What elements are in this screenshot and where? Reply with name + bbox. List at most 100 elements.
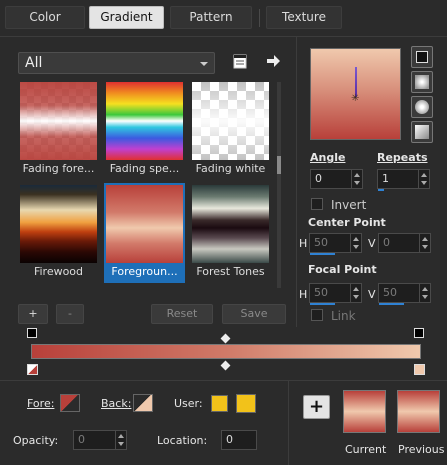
repeats-value: 1 <box>382 172 389 185</box>
center-v-label: V <box>368 237 376 250</box>
color-stop-start[interactable] <box>27 364 38 375</box>
focal-v-stepper[interactable] <box>419 284 430 302</box>
color-stop-end[interactable] <box>414 364 425 375</box>
gradient-thumb-label: Forest Tones <box>196 265 265 278</box>
vertical-divider <box>296 37 297 327</box>
focal-v-slider[interactable] <box>379 303 404 305</box>
focal-point-label: Focal Point <box>308 263 377 276</box>
focal-v-value: 50 <box>383 286 397 299</box>
gradient-preview-large[interactable]: ✳ <box>310 48 401 140</box>
radial-gradient-icon <box>415 125 429 139</box>
repeats-input[interactable]: 1 <box>377 169 430 191</box>
gradient-preview <box>20 185 97 263</box>
focal-h-input[interactable]: 50 <box>309 283 362 305</box>
gradient-thumb[interactable]: Firewood <box>18 183 99 283</box>
repeats-slider[interactable] <box>378 189 384 191</box>
tab-gradient[interactable]: Gradient <box>89 6 164 29</box>
gradient-thumb-label: Firewood <box>33 265 84 278</box>
invert-checkbox[interactable] <box>311 198 323 210</box>
angle-label: Angle <box>310 151 346 164</box>
remove-gradient-button[interactable]: - <box>56 304 84 324</box>
focal-h-slider[interactable] <box>310 303 335 305</box>
gradient-thumb[interactable]: Fading white <box>190 80 271 180</box>
opacity-stepper[interactable] <box>115 431 126 449</box>
center-h-input[interactable]: 50 <box>309 233 362 255</box>
center-point-handle[interactable]: ✳ <box>351 94 359 104</box>
center-h-label: H <box>299 237 308 250</box>
footer-vertical-divider <box>288 381 289 465</box>
radial-gradient-button[interactable] <box>411 121 433 143</box>
center-h-slider[interactable] <box>310 253 335 255</box>
current-label: Current <box>345 443 387 456</box>
color-midpoint[interactable] <box>220 360 231 371</box>
focal-h-value: 50 <box>314 286 328 299</box>
center-h-stepper[interactable] <box>350 234 361 252</box>
gradient-preview <box>106 82 183 160</box>
user-color-swatch[interactable] <box>236 394 256 413</box>
library-filter-value: All <box>25 55 43 71</box>
link-checkbox[interactable] <box>311 309 323 321</box>
invert-label: Invert <box>331 198 367 212</box>
location-label: Location: <box>157 434 208 447</box>
opacity-label: Opacity: <box>13 434 59 447</box>
gradient-editor-bar[interactable] <box>31 344 421 359</box>
center-v-stepper[interactable] <box>419 234 430 252</box>
library-filter-dropdown[interactable]: All <box>18 52 215 74</box>
gradient-thumb[interactable]: Fading fore... <box>18 80 99 180</box>
gradient-thumb-label: Fading spe... <box>109 162 180 175</box>
user-stop-button[interactable] <box>211 395 228 412</box>
save-button[interactable]: Save <box>222 304 286 324</box>
reset-button[interactable]: Reset <box>151 304 213 324</box>
gradient-thumb-selected[interactable]: Foregroun... <box>104 183 185 283</box>
library-scrollbar[interactable] <box>277 82 281 288</box>
linear-gradient-button[interactable] <box>411 46 433 68</box>
opacity-stop-end[interactable] <box>414 328 424 338</box>
center-point-label: Center Point <box>308 216 386 229</box>
opacity-input[interactable]: 0 <box>73 430 127 450</box>
center-h-value: 50 <box>314 236 328 249</box>
repeats-stepper[interactable] <box>418 170 429 188</box>
tab-pattern[interactable]: Pattern <box>170 6 252 29</box>
focal-h-stepper[interactable] <box>350 284 361 302</box>
fore-label: Fore: <box>27 397 55 410</box>
gradient-thumb-label: Fading fore... <box>22 162 95 175</box>
opacity-stop-start[interactable] <box>27 328 37 338</box>
gradient-thumb-label: Fading white <box>195 162 266 175</box>
back-stop-button[interactable] <box>133 394 153 412</box>
focal-h-label: H <box>299 288 308 301</box>
tab-color[interactable]: Color <box>5 6 85 29</box>
gradient-thumb-label: Foregroun... <box>111 265 178 278</box>
add-swatch-button[interactable]: + <box>303 395 330 419</box>
current-swatch[interactable] <box>343 390 386 433</box>
add-gradient-button[interactable]: + <box>18 304 48 324</box>
rectangular-gradient-button[interactable] <box>411 71 433 93</box>
previous-label: Previous <box>398 443 445 456</box>
tab-texture[interactable]: Texture <box>266 6 342 29</box>
gradient-preview <box>20 82 97 160</box>
chevron-down-icon <box>200 62 208 66</box>
gradient-thumb[interactable]: Forest Tones <box>190 183 271 283</box>
location-input[interactable]: 0 <box>221 430 257 450</box>
gradient-thumb[interactable]: Fading spe... <box>104 80 185 180</box>
arrow-right-icon[interactable] <box>265 53 281 69</box>
center-v-value: 0 <box>383 236 390 249</box>
linear-gradient-icon <box>416 51 428 63</box>
sunburst-gradient-button[interactable] <box>411 96 433 118</box>
library-options-icon[interactable] <box>232 53 248 69</box>
sunburst-gradient-icon <box>415 100 429 114</box>
back-label: Back: <box>101 397 132 410</box>
angle-value: 0 <box>315 172 322 185</box>
tab-separator <box>259 9 260 27</box>
gradient-preview <box>106 185 183 263</box>
focal-v-input[interactable]: 50 <box>378 283 431 305</box>
previous-swatch[interactable] <box>397 390 440 433</box>
opacity-value: 0 <box>78 433 85 446</box>
link-label: Link <box>331 309 356 323</box>
center-v-input[interactable]: 0 <box>378 233 431 253</box>
angle-stepper[interactable] <box>351 170 362 188</box>
library-scrollbar-thumb[interactable] <box>277 156 281 174</box>
angle-input[interactable]: 0 <box>310 169 363 189</box>
gradient-preview <box>192 82 269 160</box>
fore-stop-button[interactable] <box>60 394 80 412</box>
opacity-midpoint[interactable] <box>220 333 231 344</box>
